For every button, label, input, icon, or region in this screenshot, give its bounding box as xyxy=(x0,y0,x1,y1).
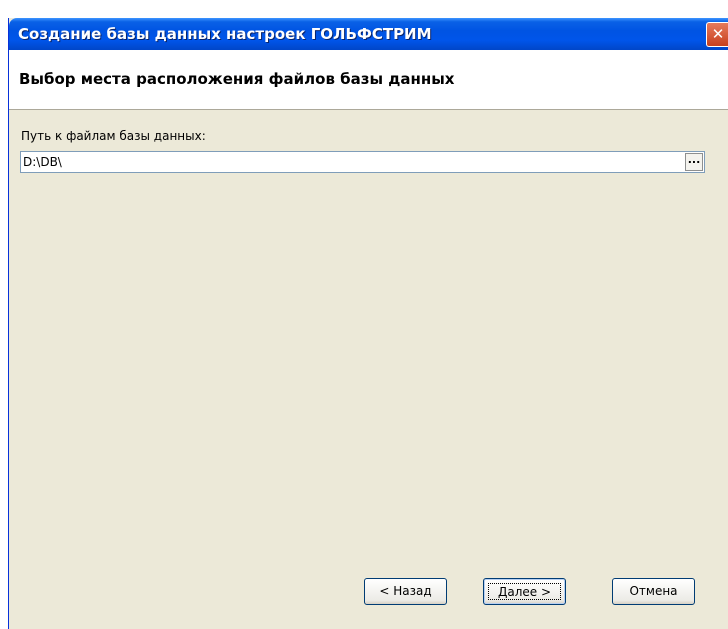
next-button-label: Далее > xyxy=(488,583,561,600)
page-heading: Выбор места расположения файлов базы дан… xyxy=(19,70,455,88)
close-icon: ✕ xyxy=(711,25,725,43)
back-button[interactable]: < Назад xyxy=(364,578,447,605)
wizard-header: Выбор места расположения файлов базы дан… xyxy=(9,50,728,110)
window-title: Создание базы данных настроек ГОЛЬФСТРИМ xyxy=(18,25,432,43)
database-path-input[interactable] xyxy=(23,153,679,171)
title-bar[interactable]: Создание базы данных настроек ГОЛЬФСТРИМ… xyxy=(9,18,728,50)
ellipsis-icon: ... xyxy=(687,153,701,166)
cancel-button[interactable]: Отмена xyxy=(612,578,695,605)
wizard-window: Создание базы данных настроек ГОЛЬФСТРИМ… xyxy=(8,18,728,629)
database-path-field: ... xyxy=(20,151,705,173)
browse-button[interactable]: ... xyxy=(685,153,703,171)
close-button[interactable]: ✕ xyxy=(706,22,728,47)
next-button[interactable]: Далее > xyxy=(483,578,566,605)
database-path-label: Путь к файлам базы данных: xyxy=(21,129,206,143)
